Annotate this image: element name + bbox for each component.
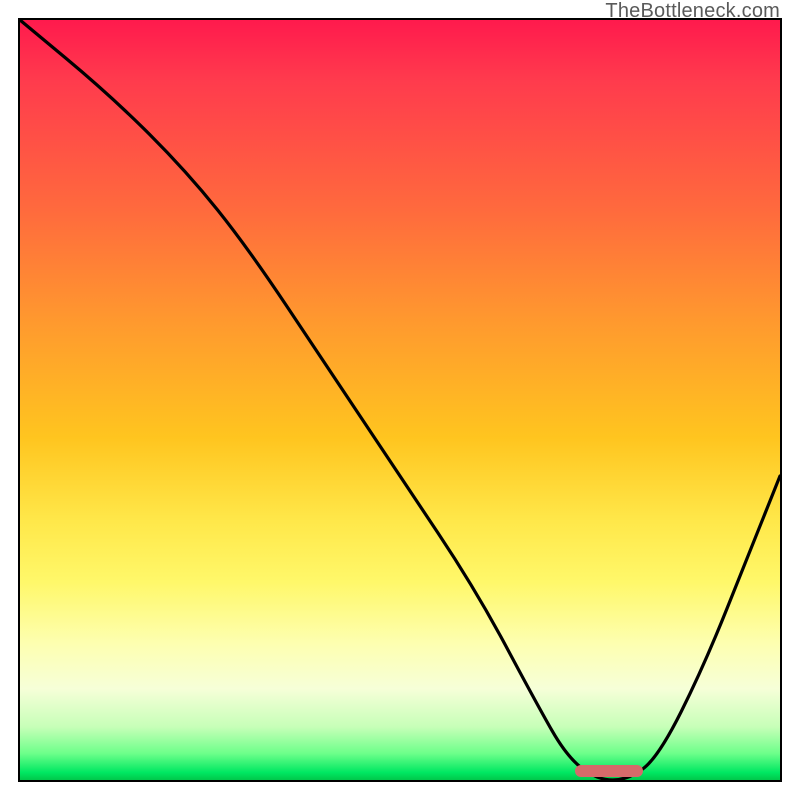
bottleneck-chart: TheBottleneck.com — [0, 0, 800, 800]
curve-layer — [20, 20, 780, 780]
optimal-range-marker — [575, 765, 643, 777]
bottleneck-curve-path — [20, 20, 780, 780]
plot-area — [18, 18, 782, 782]
